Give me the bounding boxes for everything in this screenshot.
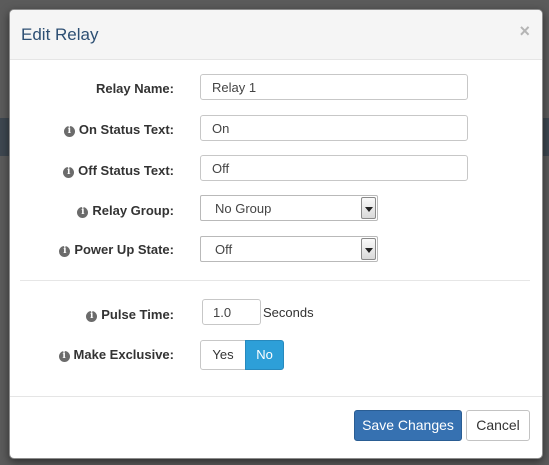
make-exclusive-label: i Make Exclusive: [10,347,174,362]
form-divider [20,280,530,281]
dialog-header: Edit Relay × [10,10,542,60]
dialog-footer-divider [10,396,542,397]
relay-name-label-text: Relay Name: [95,81,174,96]
chevron-down-icon[interactable] [361,197,376,219]
info-icon: i [59,246,71,257]
off-status-text-label: i Off Status Text: [10,163,174,178]
make-exclusive-label-text: Make Exclusive: [73,347,174,362]
save-changes-button[interactable]: Save Changes [354,410,462,441]
info-icon: i [58,351,70,362]
off-status-text-input[interactable] [200,155,468,181]
power-up-state-selected-value: Off [215,242,233,257]
info-icon: i [63,167,75,178]
pulse-time-unit: Seconds [263,305,314,320]
dialog-title: Edit Relay [21,25,99,44]
pulse-time-input[interactable] [202,299,261,325]
info-icon: i [86,311,98,322]
on-status-text-label-text: On Status Text: [78,122,174,137]
chevron-down-icon[interactable] [361,238,376,260]
on-status-text-label: i On Status Text: [10,122,174,137]
relay-name-input[interactable] [200,74,468,100]
info-icon: i [77,207,89,218]
relay-group-label: i Relay Group: [10,203,174,218]
power-up-state-label: i Power Up State: [10,242,174,257]
power-up-state-label-text: Power Up State: [74,242,174,257]
edit-relay-dialog: Edit Relay × Relay Name: iOn Status Text… [9,9,543,459]
close-icon[interactable]: × [519,22,530,40]
pulse-time-label: i Pulse Time: [10,307,174,322]
power-up-state-select[interactable]: Off [200,236,378,262]
make-exclusive-yes-button[interactable]: Yes [200,340,246,370]
pulse-time-label-text: Pulse Time: [101,307,174,322]
cancel-button[interactable]: Cancel [466,410,530,441]
info-icon: i [63,126,75,137]
relay-group-selected-value: No Group [215,201,272,216]
relay-group-select[interactable]: No Group [200,195,378,221]
on-status-text-input[interactable] [200,115,468,141]
off-status-text-label-text: Off Status Text: [78,163,174,178]
relay-name-label: Relay Name: [10,81,174,96]
relay-group-label-text: Relay Group: [92,203,174,218]
make-exclusive-no-button[interactable]: No [245,340,284,370]
